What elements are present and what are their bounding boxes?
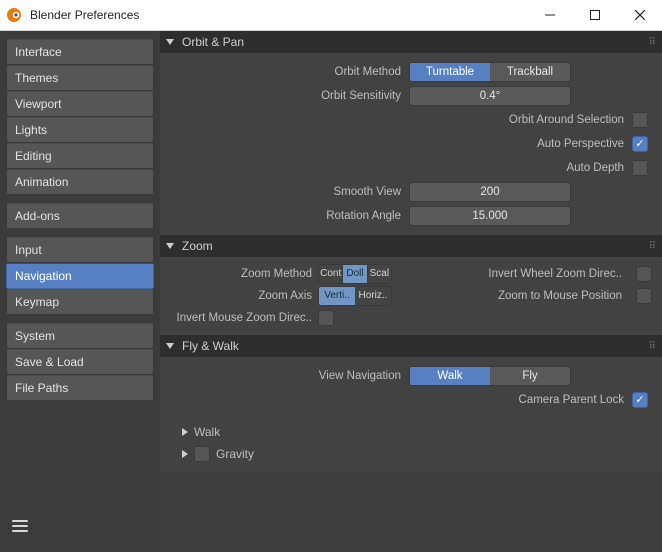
window-title: Blender Preferences <box>30 8 527 22</box>
disclosure-triangle-icon <box>166 243 174 249</box>
zoom-method-continue[interactable]: Cont <box>319 265 342 283</box>
section-title: Orbit & Pan <box>182 31 244 53</box>
sidebar-item-keymap[interactable]: Keymap <box>6 289 154 315</box>
sidebar-item-system[interactable]: System <box>6 323 154 349</box>
view-navigation-fly[interactable]: Fly <box>490 367 570 385</box>
disclosure-triangle-icon <box>166 343 174 349</box>
invert-mouse-zoom-checkbox[interactable] <box>318 310 334 326</box>
camera-parent-lock-checkbox[interactable] <box>632 392 648 408</box>
grip-icon[interactable] <box>640 334 656 358</box>
sidebar-item-navigation[interactable]: Navigation <box>6 263 154 289</box>
orbit-method-label: Orbit Method <box>166 66 409 78</box>
sidebar-item-input[interactable]: Input <box>6 237 154 263</box>
zoom-to-mouse-checkbox[interactable] <box>636 288 652 304</box>
walk-subpanel-label: Walk <box>194 425 220 439</box>
sidebar-item-file-paths[interactable]: File Paths <box>6 375 154 401</box>
grip-icon[interactable] <box>640 31 656 54</box>
sidebar-item-interface[interactable]: Interface <box>6 39 154 65</box>
orbit-method-toggle[interactable]: Turntable Trackball <box>409 62 571 82</box>
maximize-button[interactable] <box>572 0 617 30</box>
zoom-axis-toggle[interactable]: Verti.. Horiz.. <box>318 286 392 306</box>
zoom-method-label: Zoom Method <box>166 263 312 285</box>
content-area: Orbit & Pan Orbit Method Turntable Track… <box>160 31 662 552</box>
titlebar: Blender Preferences <box>0 0 662 31</box>
disclosure-triangle-icon <box>182 428 188 436</box>
gravity-checkbox[interactable] <box>194 446 210 462</box>
gravity-subpanel[interactable]: Gravity <box>166 443 652 465</box>
sidebar-item-themes[interactable]: Themes <box>6 65 154 91</box>
smooth-view-field[interactable]: 200 <box>409 182 571 202</box>
hamburger-icon[interactable] <box>10 516 34 540</box>
sidebar-item-save-load[interactable]: Save & Load <box>6 349 154 375</box>
minimize-button[interactable] <box>527 0 572 30</box>
section-title: Zoom <box>182 235 213 257</box>
disclosure-triangle-icon <box>166 39 174 45</box>
zoom-axis-label: Zoom Axis <box>166 285 312 307</box>
zoom-axis-horizontal[interactable]: Horiz.. <box>355 287 391 305</box>
smooth-view-label: Smooth View <box>166 186 409 198</box>
camera-parent-lock-label: Camera Parent Lock <box>519 394 632 406</box>
sidebar-item-add-ons[interactable]: Add-ons <box>6 203 154 229</box>
orbit-sensitivity-field[interactable]: 0.4° <box>409 86 571 106</box>
invert-wheel-zoom-label: Invert Wheel Zoom Direc.. <box>400 263 628 285</box>
zoom-axis-vertical[interactable]: Verti.. <box>319 287 355 305</box>
sidebar-item-lights[interactable]: Lights <box>6 117 154 143</box>
rotation-angle-label: Rotation Angle <box>166 210 409 222</box>
zoom-method-dolly[interactable]: Doll <box>342 265 367 283</box>
auto-perspective-checkbox[interactable] <box>632 136 648 152</box>
auto-depth-checkbox[interactable] <box>632 160 648 176</box>
grip-icon[interactable] <box>640 234 656 258</box>
orbit-sensitivity-label: Orbit Sensitivity <box>166 90 409 102</box>
invert-mouse-zoom-label: Invert Mouse Zoom Direc.. <box>166 307 312 329</box>
zoom-method-toggle[interactable]: Cont Doll Scal <box>318 264 392 284</box>
blender-logo-icon <box>6 7 22 23</box>
sidebar-item-animation[interactable]: Animation <box>6 169 154 195</box>
walk-subpanel[interactable]: Walk <box>166 421 652 443</box>
orbit-method-turntable[interactable]: Turntable <box>410 63 490 81</box>
sidebar-item-viewport[interactable]: Viewport <box>6 91 154 117</box>
gravity-subpanel-label: Gravity <box>216 447 254 461</box>
section-header-orbit-pan[interactable]: Orbit & Pan <box>160 31 662 53</box>
section-header-zoom[interactable]: Zoom <box>160 235 662 257</box>
zoom-to-mouse-label: Zoom to Mouse Position <box>400 285 628 307</box>
zoom-method-scale[interactable]: Scal <box>368 265 391 283</box>
view-navigation-toggle[interactable]: Walk Fly <box>409 366 571 386</box>
orbit-around-selection-checkbox[interactable] <box>632 112 648 128</box>
sidebar-item-editing[interactable]: Editing <box>6 143 154 169</box>
rotation-angle-field[interactable]: 15.000 <box>409 206 571 226</box>
auto-perspective-label: Auto Perspective <box>537 138 632 150</box>
orbit-around-selection-label: Orbit Around Selection <box>509 114 632 126</box>
close-button[interactable] <box>617 0 662 30</box>
auto-depth-label: Auto Depth <box>566 162 632 174</box>
disclosure-triangle-icon <box>182 450 188 458</box>
invert-wheel-zoom-checkbox[interactable] <box>636 266 652 282</box>
sidebar: InterfaceThemesViewportLightsEditingAnim… <box>0 31 160 552</box>
orbit-method-trackball[interactable]: Trackball <box>490 63 570 81</box>
section-header-fly-walk[interactable]: Fly & Walk <box>160 335 662 357</box>
section-title: Fly & Walk <box>182 335 239 357</box>
view-navigation-label: View Navigation <box>166 370 409 382</box>
view-navigation-walk[interactable]: Walk <box>410 367 490 385</box>
